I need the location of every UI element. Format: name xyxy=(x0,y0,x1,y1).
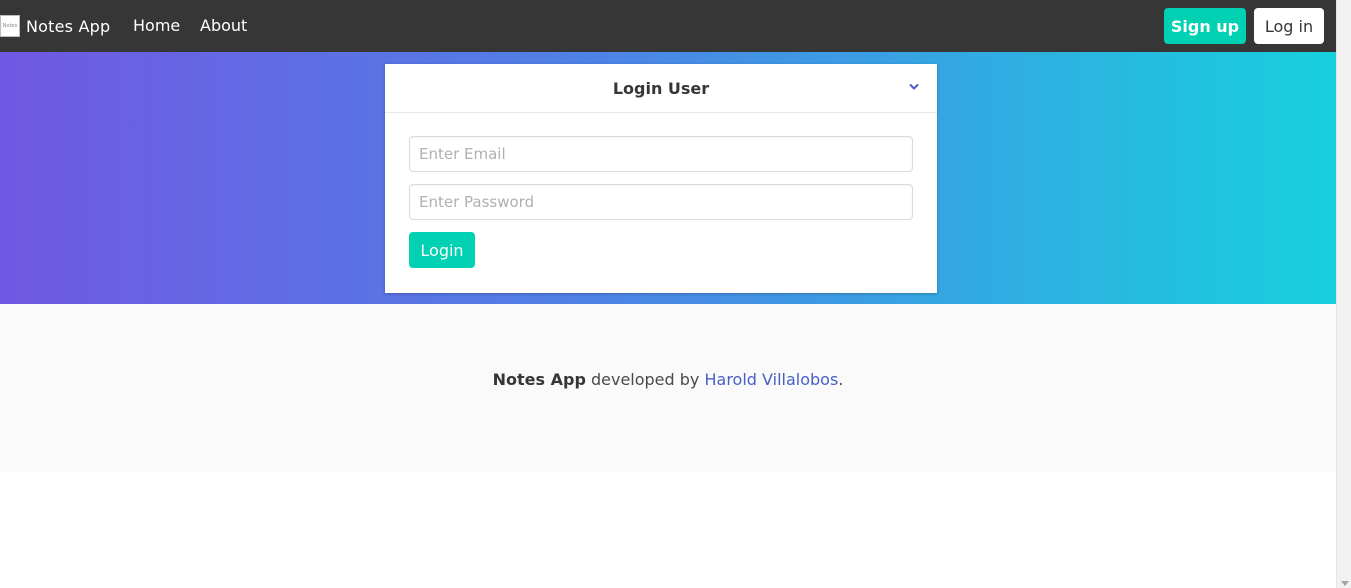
vertical-scrollbar[interactable] xyxy=(1336,0,1351,588)
nav-link-about[interactable]: About xyxy=(200,16,247,36)
login-nav-button[interactable]: Log in xyxy=(1254,8,1324,44)
footer-middle-text: developed by xyxy=(585,370,705,389)
footer-credit: Notes App developed by Harold Villalobos… xyxy=(0,370,1336,389)
login-card-title: Login User xyxy=(612,78,710,98)
password-field[interactable] xyxy=(409,184,913,220)
navbar: Notes Notes App Home About Sign up Log i… xyxy=(0,0,1336,52)
footer-app-name: Notes App xyxy=(492,370,586,389)
email-field[interactable] xyxy=(409,136,913,172)
chevron-down-icon[interactable] xyxy=(909,82,919,92)
author-link[interactable]: Harold Villalobos xyxy=(704,370,838,389)
brand-name: Notes App xyxy=(26,16,111,36)
page: Notes Notes App Home About Sign up Log i… xyxy=(0,0,1336,588)
login-card-header[interactable]: Login User xyxy=(385,64,937,113)
brand[interactable]: Notes Notes App xyxy=(0,14,110,38)
scroll-down-arrow-icon[interactable] xyxy=(1341,581,1349,586)
brand-logo: Notes xyxy=(0,15,20,37)
login-card: Login User Login xyxy=(385,64,937,293)
login-submit-button[interactable]: Login xyxy=(409,232,475,268)
footer-end-text: . xyxy=(838,370,844,389)
signup-button[interactable]: Sign up xyxy=(1164,8,1246,44)
brand-logo-text: Notes xyxy=(2,23,18,29)
nav-link-home[interactable]: Home xyxy=(133,16,180,36)
footer: Notes App developed by Harold Villalobos… xyxy=(0,304,1336,472)
